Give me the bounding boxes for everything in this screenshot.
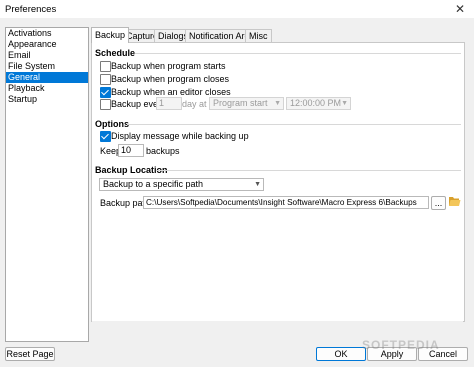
category-email[interactable]: Email (6, 50, 88, 61)
editor-closes-label: Backup when an editor closes (111, 87, 231, 97)
chevron-down-icon: ▼ (254, 181, 261, 188)
title-bar: Preferences ✕ (0, 0, 474, 18)
backup-time-value: 12:00:00 PM (290, 98, 342, 108)
reset-page-button[interactable]: Reset Page (5, 347, 55, 361)
display-message-label: Display message while backing up (111, 131, 249, 141)
category-appearance[interactable]: Appearance (6, 39, 88, 50)
open-folder-icon[interactable] (448, 195, 461, 207)
ok-button[interactable]: OK (316, 347, 366, 361)
category-startup[interactable]: Startup (6, 94, 88, 105)
category-general[interactable]: General (6, 72, 88, 83)
category-list[interactable]: Activations Appearance Email File System… (5, 27, 89, 342)
every-unit-label: day at (182, 99, 207, 109)
tab-misc[interactable]: Misc (245, 29, 272, 42)
close-icon[interactable]: ✕ (452, 1, 468, 17)
window-title: Preferences (5, 4, 57, 15)
keep-count-input[interactable]: 10 (118, 144, 144, 157)
editor-closes-checkbox[interactable] (100, 87, 111, 98)
backup-every-checkbox[interactable] (100, 99, 111, 110)
schedule-header: Schedule (95, 48, 136, 58)
backup-location-select[interactable]: Backup to a specific path ▼ (99, 178, 264, 191)
softpedia-watermark: SOFTPEDIA (362, 338, 440, 352)
backup-at-select[interactable]: Program start ▼ (209, 97, 284, 110)
chevron-down-icon: ▼ (274, 100, 281, 107)
schedule-divider (135, 53, 461, 54)
category-activations[interactable]: Activations (6, 28, 88, 39)
browse-button[interactable]: ... (431, 196, 446, 210)
backup-at-value: Program start (213, 98, 268, 108)
program-starts-checkbox[interactable] (100, 61, 111, 72)
options-header: Options (95, 119, 129, 129)
program-closes-checkbox[interactable] (100, 74, 111, 85)
keep-unit-label: backups (146, 146, 180, 156)
program-closes-label: Backup when program closes (111, 74, 230, 84)
backup-location-value: Backup to a specific path (103, 179, 204, 189)
options-divider (127, 124, 461, 125)
location-divider (157, 170, 461, 171)
tab-backup[interactable]: Backup (91, 27, 130, 43)
category-file-system[interactable]: File System (6, 61, 88, 72)
backup-time-picker[interactable]: 12:00:00 PM ▼ (286, 97, 351, 110)
program-starts-label: Backup when program starts (111, 61, 226, 71)
backup-path-input[interactable]: C:\Users\Softpedia\Documents\Insight Sof… (143, 196, 429, 209)
display-message-checkbox[interactable] (100, 131, 111, 142)
category-playback[interactable]: Playback (6, 83, 88, 94)
chevron-down-icon: ▼ (341, 100, 348, 107)
every-value-input[interactable]: 1 (156, 97, 182, 110)
